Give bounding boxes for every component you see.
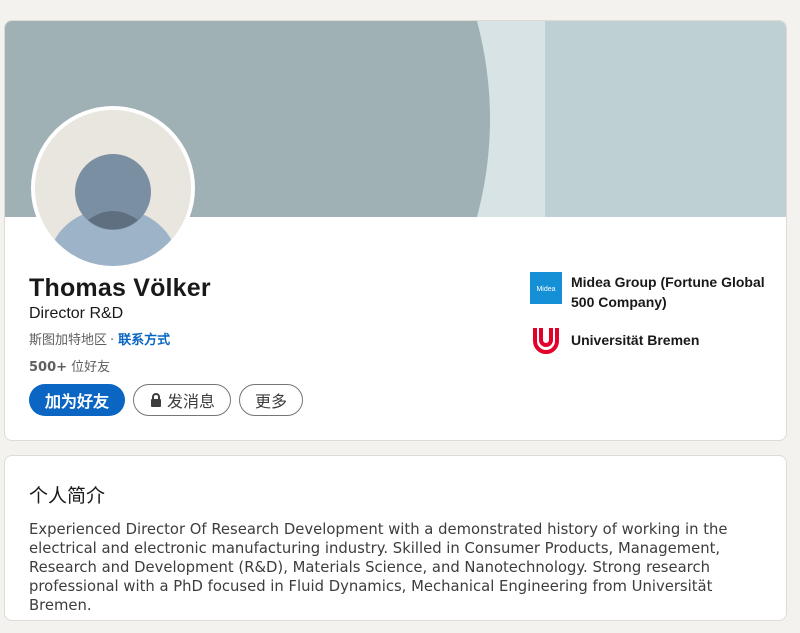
experience-item-midea[interactable]: Midea Midea Group (Fortune Global 500 Co…	[530, 272, 780, 312]
profile-name: Thomas Völker	[29, 274, 211, 302]
profile-headline: Director R&D	[29, 305, 124, 322]
experience-name-midea: Midea Group (Fortune Global 500 Company)	[571, 274, 765, 310]
about-text: Experienced Director Of Research Develop…	[29, 521, 728, 614]
lock-icon	[150, 393, 161, 407]
experience-summary: Midea Midea Group (Fortune Global 500 Co…	[530, 272, 780, 368]
connections-count[interactable]: 500+ 位好友	[29, 356, 110, 375]
about-card: 个人简介 Experienced Director Of Research De…	[4, 455, 787, 621]
location-line: 斯图加特地区 · 联系方式	[29, 329, 170, 348]
avatar[interactable]	[31, 106, 195, 270]
message-button-label: 发消息	[166, 392, 215, 411]
message-button[interactable]: 发消息	[133, 384, 231, 416]
person-placeholder-icon	[35, 110, 191, 266]
location-text: 斯图加特地区	[29, 333, 108, 348]
uni-bremen-logo-icon	[533, 328, 559, 354]
midea-logo-text: Midea	[536, 286, 555, 293]
contact-info-link[interactable]: 联系方式	[118, 333, 170, 348]
connect-button[interactable]: 加为好友	[29, 384, 125, 416]
more-button[interactable]: 更多	[239, 384, 303, 416]
location-separator: ·	[110, 333, 115, 348]
about-title: 个人简介	[29, 485, 106, 507]
experience-item-bremen[interactable]: Universität Bremen	[530, 324, 780, 356]
profile-actions: 加为好友 发消息 更多	[29, 384, 303, 416]
profile-top-card: Thomas Völker Director R&D 斯图加特地区 · 联系方式 5…	[4, 20, 787, 441]
connections-number: 500+	[29, 360, 68, 375]
connections-label: 位好友	[71, 360, 111, 375]
experience-name-bremen: Universität Bremen	[571, 332, 700, 348]
midea-logo-icon: Midea	[530, 272, 562, 304]
